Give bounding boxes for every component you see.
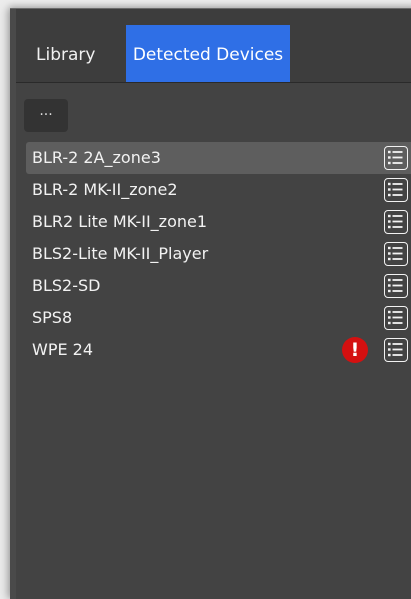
- device-name: BLS2-SD: [32, 276, 101, 295]
- device-row[interactable]: BLS2-SD: [26, 270, 411, 302]
- more-options-button[interactable]: ...: [24, 99, 68, 132]
- device-row[interactable]: WPE 24 !: [26, 334, 411, 366]
- device-row[interactable]: BLR-2 MK-II_zone2: [26, 174, 411, 206]
- device-row[interactable]: BLR-2 2A_zone3: [26, 142, 411, 174]
- exclamation-icon[interactable]: !: [342, 337, 368, 363]
- tab-library[interactable]: Library: [36, 25, 126, 82]
- device-name: BLR-2 MK-II_zone2: [32, 180, 178, 199]
- list-menu-icon[interactable]: [384, 210, 408, 234]
- list-menu-icon[interactable]: [384, 338, 408, 362]
- device-name: SPS8: [32, 308, 73, 327]
- device-list-area: ... BLR-2 2A_zone3 BLR-2 MK-II_zone2 BLR…: [16, 83, 411, 599]
- tab-bar: Library Detected Devices: [16, 25, 411, 83]
- tab-detected-devices[interactable]: Detected Devices: [126, 25, 290, 82]
- device-name: BLS2-Lite MK-II_Player: [32, 244, 209, 263]
- device-name: BLR2 Lite MK-II_zone1: [32, 212, 208, 231]
- list-menu-icon[interactable]: [384, 178, 408, 202]
- device-row[interactable]: BLS2-Lite MK-II_Player: [26, 238, 411, 270]
- list-menu-icon[interactable]: [384, 242, 408, 266]
- device-name: BLR-2 2A_zone3: [32, 148, 161, 167]
- device-row[interactable]: BLR2 Lite MK-II_zone1: [26, 206, 411, 238]
- devices-panel: Library Detected Devices ... BLR-2 2A_zo…: [16, 9, 411, 599]
- list-menu-icon[interactable]: [384, 146, 408, 170]
- list-menu-icon[interactable]: [384, 306, 408, 330]
- device-row[interactable]: SPS8: [26, 302, 411, 334]
- device-name: WPE 24: [32, 340, 94, 359]
- panel-frame: Library Detected Devices ... BLR-2 2A_zo…: [10, 8, 411, 599]
- device-list: BLR-2 2A_zone3 BLR-2 MK-II_zone2 BLR2 Li…: [26, 142, 411, 366]
- list-menu-icon[interactable]: [384, 274, 408, 298]
